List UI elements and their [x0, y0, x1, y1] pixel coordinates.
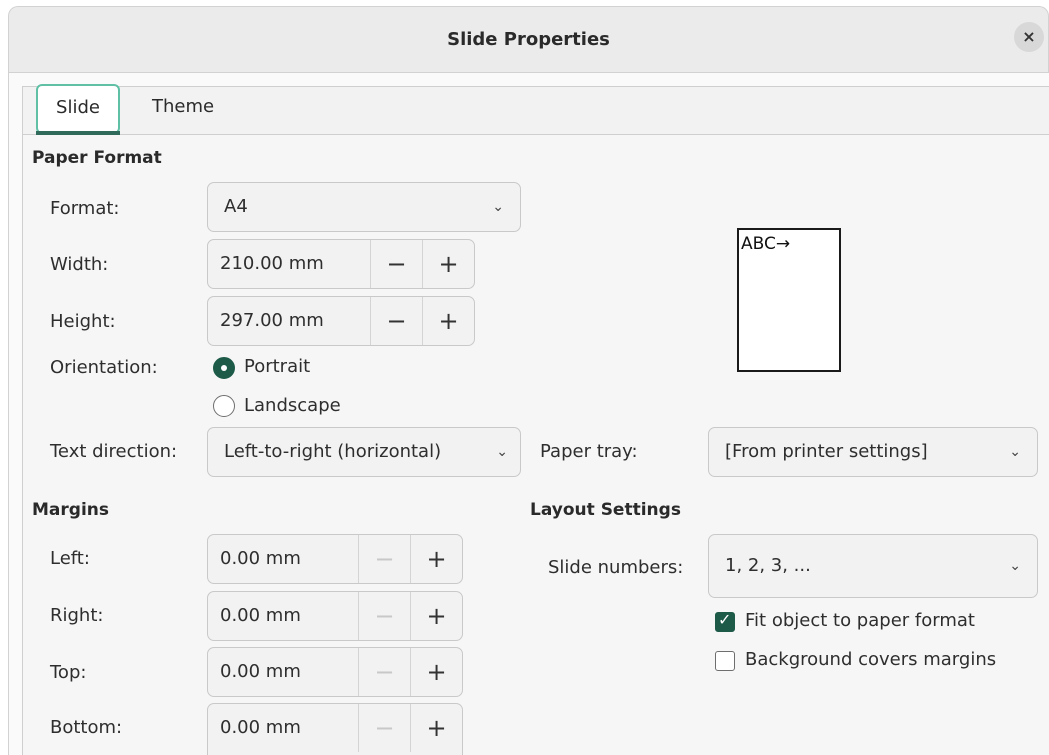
close-button[interactable]: ×: [1014, 22, 1044, 52]
title-bar: Slide Properties: [8, 6, 1049, 72]
fit-object-label[interactable]: Fit object to paper format: [745, 610, 975, 631]
margin-left-increase-button[interactable]: +: [410, 535, 462, 583]
width-value[interactable]: 210.00 mm: [220, 240, 324, 288]
margin-top-value[interactable]: 0.00 mm: [220, 648, 301, 696]
background-covers-label[interactable]: Background covers margins: [745, 649, 996, 670]
format-label: Format:: [50, 198, 120, 219]
chevron-down-icon: ⌄: [492, 199, 504, 215]
orientation-label: Orientation:: [50, 357, 158, 378]
margin-right-label: Right:: [50, 605, 104, 626]
slide-numbers-value: 1, 2, 3, ...: [725, 555, 811, 576]
margin-bottom-spinbox[interactable]: 0.00 mm − +: [207, 703, 463, 755]
paper-tray-value: [From printer settings]: [725, 441, 928, 462]
margin-bottom-label: Bottom:: [50, 717, 123, 738]
margin-top-label: Top:: [50, 662, 87, 683]
close-icon: ×: [1022, 27, 1036, 46]
height-increase-button[interactable]: +: [422, 297, 474, 345]
margin-right-value[interactable]: 0.00 mm: [220, 592, 301, 640]
height-spinbox[interactable]: 297.00 mm − +: [207, 296, 475, 346]
portrait-radio[interactable]: [213, 357, 235, 379]
margin-left-label: Left:: [50, 548, 90, 569]
paper-tray-label: Paper tray:: [540, 441, 638, 462]
width-decrease-button[interactable]: −: [370, 240, 422, 288]
margin-right-increase-button[interactable]: +: [410, 592, 462, 640]
margin-right-spinbox[interactable]: 0.00 mm − +: [207, 591, 463, 641]
text-direction-combobox[interactable]: Left-to-right (horizontal) ⌄: [207, 427, 521, 477]
margins-heading: Margins: [32, 500, 109, 520]
text-direction-value: Left-to-right (horizontal): [224, 441, 442, 462]
width-label: Width:: [50, 254, 109, 275]
width-increase-button[interactable]: +: [422, 240, 474, 288]
text-direction-label: Text direction:: [50, 441, 178, 462]
tab-slide[interactable]: Slide: [36, 84, 120, 134]
portrait-label[interactable]: Portrait: [244, 356, 310, 377]
chevron-down-icon: ⌄: [1009, 444, 1021, 460]
margin-bottom-increase-button[interactable]: +: [410, 704, 462, 752]
slide-numbers-label: Slide numbers:: [548, 557, 684, 578]
height-value[interactable]: 297.00 mm: [220, 297, 324, 345]
width-spinbox[interactable]: 210.00 mm − +: [207, 239, 475, 289]
margin-top-increase-button[interactable]: +: [410, 648, 462, 696]
margin-left-decrease-button[interactable]: −: [358, 535, 410, 583]
format-value: A4: [224, 196, 248, 217]
margin-right-decrease-button[interactable]: −: [358, 592, 410, 640]
margin-bottom-decrease-button[interactable]: −: [358, 704, 410, 752]
tab-theme[interactable]: Theme: [152, 87, 214, 135]
paper-tray-combobox[interactable]: [From printer settings] ⌄: [708, 427, 1038, 477]
format-combobox[interactable]: A4 ⌄: [207, 182, 521, 232]
slide-numbers-combobox[interactable]: 1, 2, 3, ... ⌄: [708, 534, 1038, 598]
window-title: Slide Properties: [447, 29, 610, 50]
layout-settings-heading: Layout Settings: [530, 500, 681, 520]
height-label: Height:: [50, 311, 116, 332]
margin-left-spinbox[interactable]: 0.00 mm − +: [207, 534, 463, 584]
fit-object-checkbox[interactable]: [715, 610, 735, 632]
preview-text: ABC→: [741, 234, 791, 254]
paper-format-heading: Paper Format: [32, 148, 162, 168]
landscape-radio[interactable]: [213, 395, 235, 417]
margin-left-value[interactable]: 0.00 mm: [220, 535, 301, 583]
margin-top-decrease-button[interactable]: −: [358, 648, 410, 696]
background-covers-checkbox[interactable]: [715, 651, 735, 671]
chevron-down-icon: ⌄: [1009, 558, 1021, 574]
margin-bottom-value[interactable]: 0.00 mm: [220, 704, 301, 752]
page-preview: ABC→: [737, 228, 841, 372]
margin-top-spinbox[interactable]: 0.00 mm − +: [207, 647, 463, 697]
height-decrease-button[interactable]: −: [370, 297, 422, 345]
landscape-label[interactable]: Landscape: [244, 395, 341, 416]
chevron-down-icon: ⌄: [496, 444, 508, 460]
tab-active-indicator: [36, 131, 120, 135]
